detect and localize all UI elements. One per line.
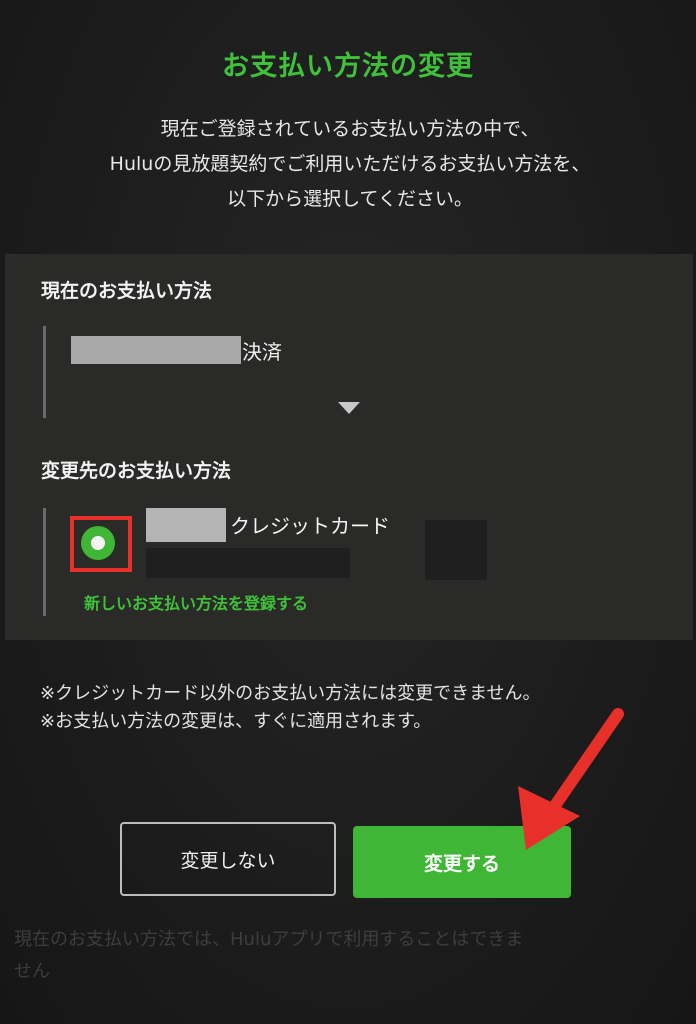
payment-change-screen: お支払い方法の変更 現在ご登録されているお支払い方法の中で、 Huluの見放題契… bbox=[0, 0, 696, 1024]
intro-text: 現在ご登録されているお支払い方法の中で、 Huluの見放題契約でご利用いただける… bbox=[40, 112, 660, 217]
payment-method-panel: 現在のお支払い方法 決済 変更先のお支払い方法 クレジットカード 新しいお支払い… bbox=[5, 254, 693, 640]
background-text-line-2: せん bbox=[14, 961, 50, 982]
credit-card-option-label: クレジットカード bbox=[230, 514, 390, 538]
radio-selected-dot bbox=[91, 536, 105, 550]
new-method-label: 変更先のお支払い方法 bbox=[41, 460, 232, 482]
annotation-arrow-icon bbox=[518, 708, 624, 850]
redacted-card-number bbox=[146, 548, 350, 578]
redacted-card-logo bbox=[425, 520, 487, 580]
intro-line-3: 以下から選択してください。 bbox=[227, 188, 473, 210]
new-method-option[interactable]: クレジットカード 新しいお支払い方法を登録する bbox=[43, 508, 606, 616]
background-obscured-text: 現在のお支払い方法では、Huluアプリで利用することはできま せん bbox=[14, 924, 684, 988]
intro-line-1: 現在ご登録されているお支払い方法の中で、 bbox=[160, 118, 540, 140]
current-method-value: 決済 bbox=[242, 340, 282, 364]
background-text-line-1: 現在のお支払い方法では、Huluアプリで利用することはできま bbox=[14, 929, 524, 950]
current-method-select[interactable]: 決済 bbox=[43, 326, 376, 418]
dropdown-arrow-icon[interactable] bbox=[338, 402, 360, 414]
page-title: お支払い方法の変更 bbox=[222, 51, 474, 82]
current-method-label: 現在のお支払い方法 bbox=[41, 280, 213, 302]
redacted-method-name bbox=[71, 336, 241, 364]
register-new-method-link[interactable]: 新しいお支払い方法を登録する bbox=[84, 590, 308, 614]
redacted-card-brand bbox=[146, 508, 226, 542]
intro-line-2: Huluの見放題契約でご利用いただけるお支払い方法を、 bbox=[109, 153, 591, 175]
cancel-button[interactable]: 変更しない bbox=[120, 822, 336, 896]
credit-card-radio[interactable] bbox=[81, 526, 115, 560]
